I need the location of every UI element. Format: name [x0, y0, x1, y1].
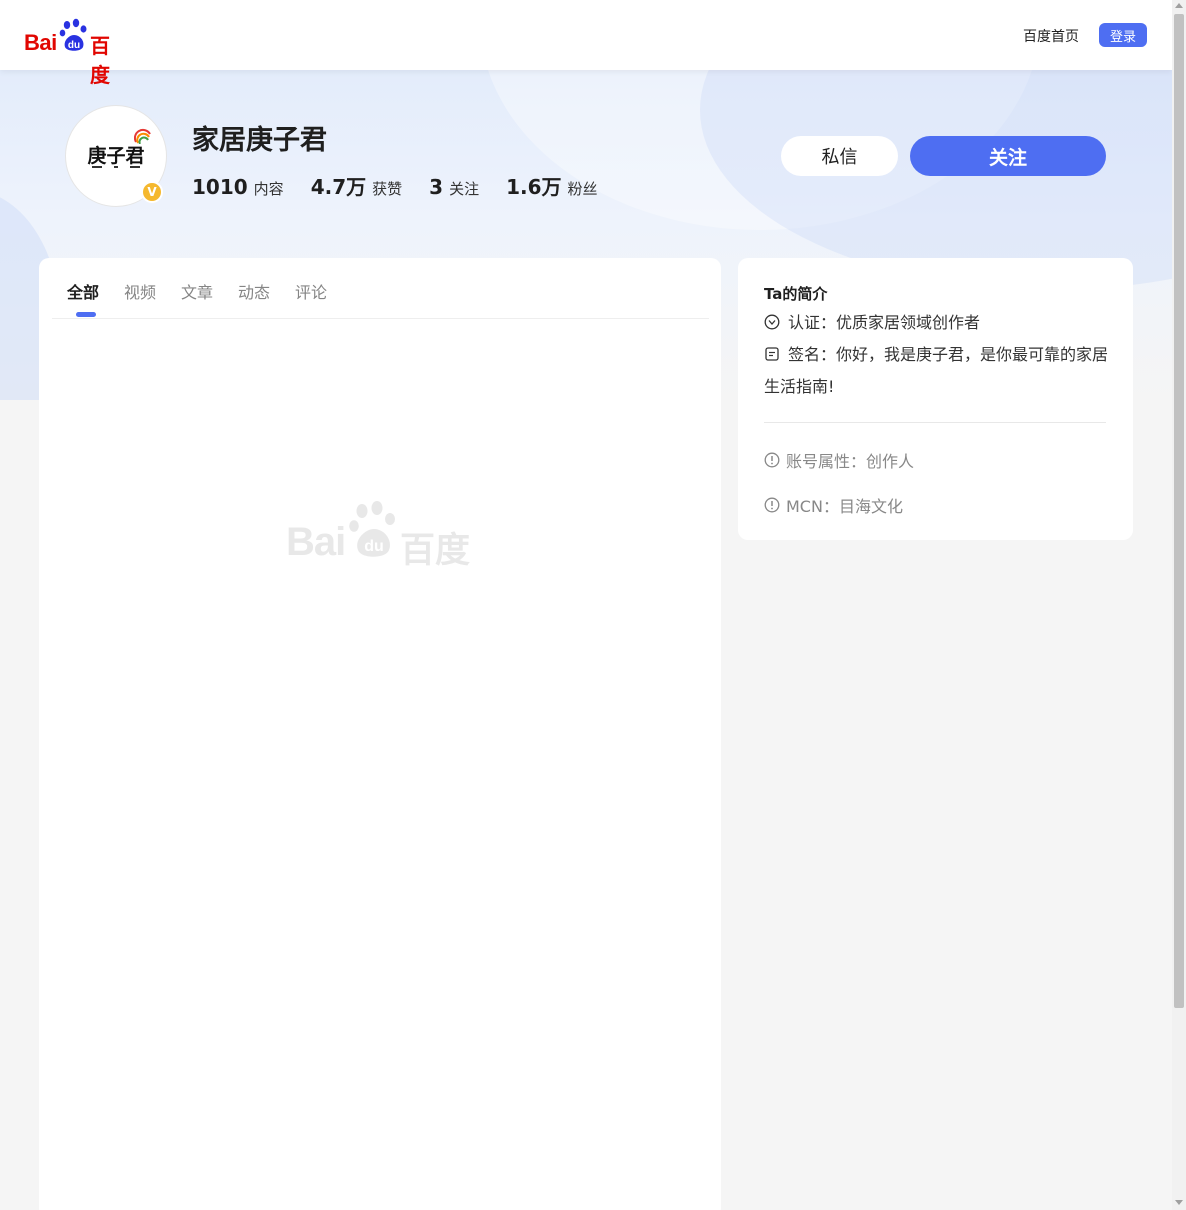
- paw-icon: du: [59, 18, 87, 51]
- rainbow-icon: [134, 128, 151, 144]
- placeholder-logo-latin: Bai: [286, 520, 346, 564]
- profile-name: 家居庚子君: [192, 125, 327, 156]
- note-icon: [765, 347, 779, 361]
- tab-video[interactable]: 视频: [124, 279, 156, 303]
- logo-cn-text: 百度: [90, 34, 110, 87]
- stat-content: 1010 内容: [192, 175, 284, 199]
- stat-label: 粉丝: [567, 180, 598, 198]
- login-button[interactable]: 登录: [1099, 23, 1147, 47]
- stat-value: 4.7万: [310, 175, 367, 199]
- account-type-row: 账号属性：创作人: [764, 448, 914, 472]
- loading-placeholder-logo: Bai du 百度: [286, 500, 476, 571]
- tab-all[interactable]: 全部: [67, 279, 99, 303]
- stat-value: 1010: [192, 175, 248, 199]
- mcn-row: MCN：目海文化: [764, 493, 903, 517]
- content-tabs: 全部 视频 文章 动态 评论: [39, 258, 721, 319]
- intro-panel: Ta的简介 认证：优质家居领域创作者 签名：你好，我是庚子君，是你最可靠的家居生…: [738, 258, 1133, 540]
- account-type-text: 账号属性：创作人: [786, 452, 915, 471]
- tab-dynamic[interactable]: 动态: [238, 279, 270, 303]
- info-icon: [764, 497, 780, 513]
- tab-article[interactable]: 文章: [181, 279, 213, 303]
- content-panel: 全部 视频 文章 动态 评论 Bai du 百度: [39, 258, 721, 1210]
- message-button[interactable]: 私信: [781, 136, 898, 176]
- placeholder-logo-cn: 百度: [400, 531, 471, 571]
- stat-label: 内容: [253, 180, 284, 198]
- active-tab-indicator: [76, 312, 96, 317]
- scroll-down-arrow-icon[interactable]: [1175, 1200, 1183, 1205]
- certification-row: 认证：优质家居领域创作者: [764, 307, 1109, 339]
- stat-fans[interactable]: 1.6万 粉丝: [506, 171, 597, 200]
- verified-badge-icon: V: [141, 181, 163, 203]
- certification-text: 认证：优质家居领域创作者: [788, 313, 981, 332]
- baidu-home-link[interactable]: 百度首页: [1023, 26, 1079, 46]
- stat-label: 获赞: [372, 180, 403, 198]
- intro-divider: [764, 422, 1106, 423]
- info-icon: [764, 452, 780, 468]
- stat-value: 3: [429, 175, 444, 199]
- stat-label: 关注: [449, 180, 480, 198]
- tab-divider: [52, 318, 709, 319]
- stat-following[interactable]: 3 关注: [429, 175, 479, 199]
- banner-decoration: [700, 70, 1172, 290]
- top-nav-bar: Bai du 百度 百度首页 登录: [0, 0, 1172, 87]
- avatar-text: 庚子君: [87, 144, 145, 167]
- placeholder-logo-du: du: [364, 538, 384, 555]
- placeholder-paw-icon: du: [349, 501, 395, 557]
- verified-check-icon: [764, 314, 780, 330]
- scroll-thumb[interactable]: [1174, 14, 1184, 1008]
- scroll-up-arrow-icon[interactable]: [1175, 3, 1183, 8]
- avatar-underline: [92, 166, 140, 168]
- signature-row: 签名：你好，我是庚子君，是你最可靠的家居生活指南!: [764, 339, 1109, 403]
- intro-title: Ta的简介: [764, 285, 828, 303]
- follow-button[interactable]: 关注: [910, 136, 1106, 176]
- logo-latin-text: Bai: [24, 30, 57, 55]
- profile-stats: 1010 内容 4.7万 获赞 3 关注 1.6万 粉丝: [192, 171, 625, 200]
- mcn-text: MCN：目海文化: [786, 497, 903, 516]
- vertical-scrollbar[interactable]: [1172, 0, 1186, 1210]
- tab-comment[interactable]: 评论: [295, 279, 327, 303]
- signature-text: 签名：你好，我是庚子君，是你最可靠的家居生活指南!: [764, 345, 1109, 396]
- stat-likes: 4.7万 获赞: [311, 171, 402, 200]
- stat-value: 1.6万: [506, 175, 562, 199]
- logo-du-text: du: [68, 40, 80, 51]
